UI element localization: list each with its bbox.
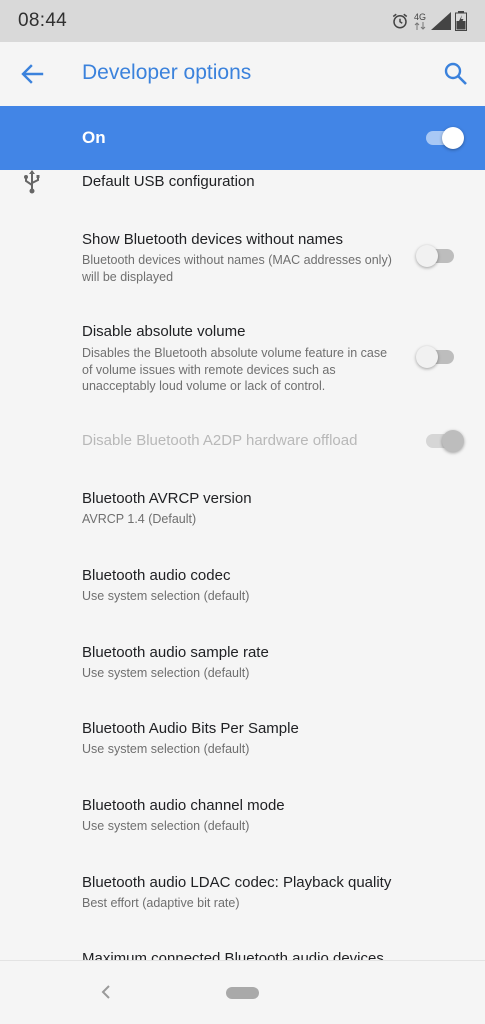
- setting-maximum-connected-bluetooth-audio-devices[interactable]: Maximum connected Bluetooth audio device…: [0, 936, 485, 960]
- nav-back-button[interactable]: [98, 983, 114, 1001]
- setting-bluetooth-audio-bits-per-sample[interactable]: Bluetooth Audio Bits Per Sample Use syst…: [0, 706, 485, 774]
- setting-title: Maximum connected Bluetooth audio device…: [82, 950, 384, 960]
- setting-bluetooth-avrcp-version[interactable]: Bluetooth AVRCP version AVRCP 1.4 (Defau…: [0, 476, 485, 544]
- setting-title: Bluetooth audio codec: [82, 567, 231, 584]
- back-button[interactable]: [16, 60, 48, 88]
- status-time: 08:44: [18, 10, 68, 31]
- network-type: 4G: [413, 11, 426, 22]
- nav-back-icon: [101, 985, 110, 999]
- status-icons: 4G: [391, 11, 467, 31]
- usb-icon: [24, 170, 40, 194]
- setting-title: Bluetooth audio sample rate: [82, 644, 269, 661]
- home-pill-icon[interactable]: [226, 987, 259, 999]
- toggle-thumb: [442, 430, 464, 452]
- toggle-thumb: [416, 346, 438, 368]
- setting-summary: AVRCP 1.4 (Default): [82, 512, 197, 526]
- battery-icon: [455, 11, 467, 31]
- setting-title: Disable Bluetooth A2DP hardware offload: [82, 432, 358, 449]
- setting-summary: Bluetooth devices without names (MAC add…: [82, 253, 392, 284]
- master-toggle[interactable]: [424, 125, 464, 151]
- setting-bluetooth-audio-channel-mode[interactable]: Bluetooth audio channel mode Use system …: [0, 783, 485, 851]
- arrow-back-icon: [21, 64, 44, 84]
- setting-show-bluetooth-devices-without-names[interactable]: Show Bluetooth devices without names Blu…: [0, 218, 485, 296]
- navigation-bar: [0, 960, 485, 1024]
- setting-summary: Use system selection (default): [82, 589, 250, 603]
- setting-default-usb-configuration[interactable]: Default USB configuration: [0, 170, 485, 210]
- toggle-thumb: [442, 127, 464, 149]
- setting-summary: Use system selection (default): [82, 742, 250, 756]
- toggle-thumb: [416, 245, 438, 267]
- setting-title: Show Bluetooth devices without names: [82, 231, 343, 248]
- master-switch-label: On: [82, 128, 106, 147]
- signal-icon: [431, 12, 451, 30]
- setting-title: Default USB configuration: [82, 173, 255, 190]
- a2dp-hardware-offload-toggle: [424, 428, 464, 454]
- setting-bluetooth-audio-codec[interactable]: Bluetooth audio codec Use system selecti…: [0, 553, 485, 621]
- setting-summary: Best effort (adaptive bit rate): [82, 896, 240, 910]
- setting-disable-absolute-volume[interactable]: Disable absolute volume Disables the Blu…: [0, 310, 485, 402]
- setting-disable-bluetooth-a2dp-hardware-offload: Disable Bluetooth A2DP hardware offload: [0, 414, 485, 468]
- setting-title: Bluetooth AVRCP version: [82, 490, 252, 507]
- setting-title: Disable absolute volume: [82, 323, 246, 340]
- app-bar: Developer options: [0, 42, 485, 106]
- alarm-icon: [392, 13, 408, 29]
- setting-summary: Use system selection (default): [82, 666, 250, 680]
- status-bar: 08:44 4G: [0, 0, 485, 42]
- setting-bluetooth-audio-ldac-codec[interactable]: Bluetooth audio LDAC codec: Playback qua…: [0, 860, 485, 928]
- master-switch-bar[interactable]: On: [0, 106, 485, 170]
- setting-summary: Use system selection (default): [82, 819, 250, 833]
- page-title: Developer options: [82, 61, 252, 84]
- disable-absolute-volume-toggle[interactable]: [416, 344, 456, 370]
- setting-title: Bluetooth audio LDAC codec: Playback qua…: [82, 874, 392, 891]
- setting-summary: Disables the Bluetooth absolute volume f…: [82, 346, 388, 393]
- search-icon: [444, 62, 467, 85]
- setting-title: Bluetooth audio channel mode: [82, 797, 285, 814]
- setting-title: Bluetooth Audio Bits Per Sample: [82, 720, 299, 737]
- network-indicator: 4G: [413, 11, 427, 30]
- bluetooth-devices-without-names-toggle[interactable]: [416, 243, 456, 269]
- data-arrows-icon: [414, 21, 426, 30]
- setting-bluetooth-audio-sample-rate[interactable]: Bluetooth audio sample rate Use system s…: [0, 630, 485, 698]
- search-button[interactable]: [441, 59, 471, 89]
- settings-list: Default USB configuration Show Bluetooth…: [0, 170, 485, 960]
